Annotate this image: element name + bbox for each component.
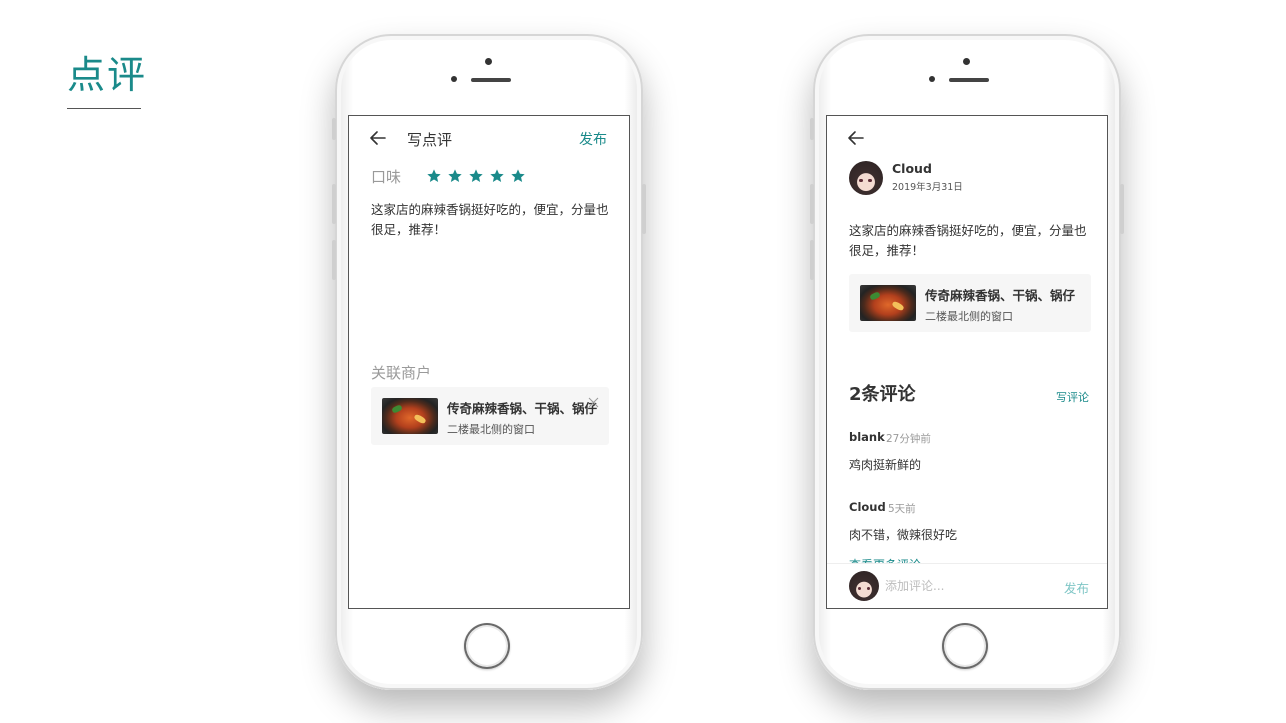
publish-button[interactable]: 发布	[579, 129, 607, 149]
comment-input-bar: 发布	[827, 563, 1107, 608]
comment-time: 5天前	[888, 503, 916, 515]
back-arrow-icon[interactable]	[369, 130, 387, 146]
avatar	[849, 571, 879, 601]
screen-review-detail: Cloud 2019年3月31日 这家店的麻辣香锅挺好吃的，便宜，分量也很足，推…	[826, 115, 1108, 609]
review-text-input[interactable]: 这家店的麻辣香锅挺好吃的，便宜，分量也很足，推荐！	[371, 200, 609, 240]
screen-write-review: 写点评 发布 口味 这家店的麻辣香锅挺好吃的，便宜，分量也很足，推荐！ 关联商户…	[348, 115, 630, 609]
back-arrow-icon[interactable]	[847, 130, 865, 146]
comment-text: 肉不错，微辣很好吃	[849, 528, 958, 542]
volume-down-button	[332, 240, 336, 280]
mute-switch	[810, 118, 814, 140]
avatar[interactable]	[849, 161, 883, 195]
proximity-sensor	[451, 76, 457, 82]
merchant-card[interactable]: 传奇麻辣香锅、干锅、锅仔 二楼最北侧的窗口	[371, 387, 609, 445]
phone-review-detail: Cloud 2019年3月31日 这家店的麻辣香锅挺好吃的，便宜，分量也很足，推…	[810, 34, 1124, 690]
write-comment-button[interactable]: 写评论	[1056, 389, 1089, 405]
merchant-card[interactable]: 传奇麻辣香锅、干锅、锅仔 二楼最北侧的窗口	[849, 274, 1091, 332]
home-button[interactable]	[942, 623, 988, 669]
comment-text: 鸡肉挺新鲜的	[849, 458, 922, 472]
proximity-sensor	[929, 76, 935, 82]
comment-input[interactable]	[885, 576, 1035, 596]
nav-bar: 写点评 发布	[349, 116, 629, 160]
volume-down-button	[810, 240, 814, 280]
volume-up-button	[810, 184, 814, 224]
earpiece-speaker	[471, 78, 511, 82]
comment-time: 27分钟前	[886, 433, 931, 445]
earpiece-speaker	[949, 78, 989, 82]
home-button[interactable]	[464, 623, 510, 669]
power-button	[1120, 184, 1124, 234]
volume-up-button	[332, 184, 336, 224]
comment-publish-button[interactable]: 发布	[1064, 578, 1089, 597]
comments-count-title: 2条评论	[849, 384, 916, 405]
close-icon[interactable]	[588, 397, 599, 408]
page-title: 点评	[67, 53, 148, 97]
review-author-name[interactable]: Cloud	[892, 161, 932, 176]
phone-write-review: 写点评 发布 口味 这家店的麻辣香锅挺好吃的，便宜，分量也很足，推荐！ 关联商户…	[332, 34, 646, 690]
star-icon[interactable]	[489, 168, 505, 184]
merchant-name: 传奇麻辣香锅、干锅、锅仔	[447, 401, 598, 416]
comment-user[interactable]: blank	[849, 430, 885, 444]
rating-label: 口味	[371, 168, 402, 186]
merchant-food-thumbnail	[382, 398, 438, 434]
star-rating[interactable]	[426, 168, 526, 184]
merchant-name: 传奇麻辣香锅、干锅、锅仔	[925, 288, 1076, 303]
merchant-location: 二楼最北侧的窗口	[925, 310, 1013, 323]
comment-user[interactable]: Cloud	[849, 500, 886, 514]
power-button	[642, 184, 646, 234]
star-icon[interactable]	[468, 168, 484, 184]
star-icon[interactable]	[426, 168, 442, 184]
star-icon[interactable]	[510, 168, 526, 184]
title-underline	[67, 108, 141, 109]
star-icon[interactable]	[447, 168, 463, 184]
merchant-location: 二楼最北侧的窗口	[447, 423, 535, 436]
associated-merchant-label: 关联商户	[371, 364, 432, 382]
front-camera	[485, 58, 492, 65]
nav-title: 写点评	[407, 131, 453, 149]
mute-switch	[332, 118, 336, 140]
merchant-food-thumbnail	[860, 285, 916, 321]
front-camera	[963, 58, 970, 65]
review-text: 这家店的麻辣香锅挺好吃的，便宜，分量也很足，推荐！	[849, 223, 1087, 258]
review-date: 2019年3月31日	[892, 182, 963, 193]
